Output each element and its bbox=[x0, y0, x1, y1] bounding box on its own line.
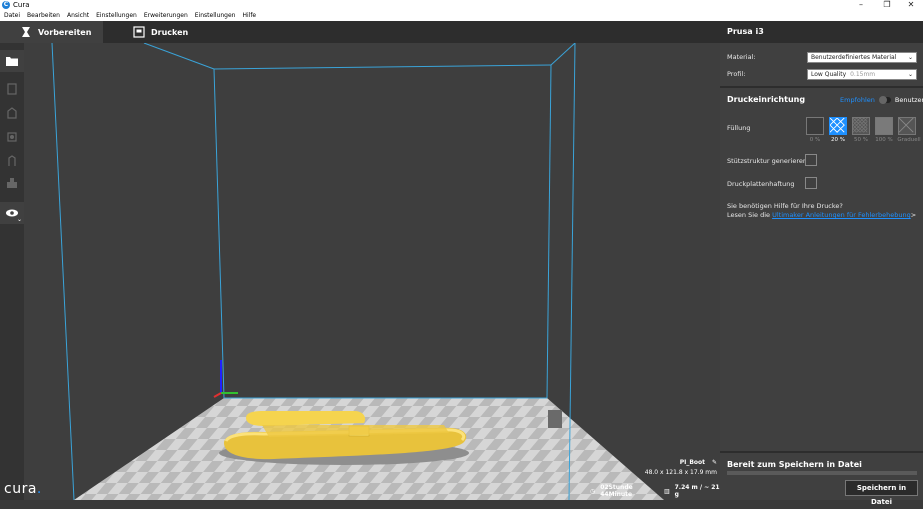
per-model-settings-icon bbox=[7, 178, 17, 188]
adhesion-label: Druckplattenhaftung bbox=[727, 180, 795, 188]
support-checkbox[interactable] bbox=[805, 154, 817, 166]
setup-mode-toggle[interactable]: Empfohlen Benutzerdefiniert bbox=[840, 96, 923, 104]
infill-gradual-label: Graduell bbox=[897, 137, 921, 143]
troubleshooting-help: Sie benötigen Hilfe für Ihre Drucke? Les… bbox=[727, 202, 919, 220]
chevron-down-icon: ⌄ bbox=[16, 216, 22, 223]
print-estimate: ◷ 02Stunde 44Minute ▥ 7.24 m / ~ 21 g bbox=[590, 484, 720, 498]
troubleshooting-link[interactable]: Ultimaker Anleitungen für Fehlerbehebung bbox=[772, 211, 911, 219]
left-toolbar: ⌄ bbox=[0, 43, 24, 500]
menu-erweiterungen[interactable]: Erweiterungen bbox=[144, 11, 188, 21]
open-file-button[interactable] bbox=[0, 50, 24, 72]
tab-print[interactable]: Drucken bbox=[133, 21, 223, 43]
edit-pencil-icon[interactable]: ✎ bbox=[712, 459, 717, 466]
tab-print-label: Drucken bbox=[151, 27, 189, 37]
close-icon[interactable]: ✕ bbox=[900, 0, 922, 11]
stage-tab-bar: Vorbereiten Drucken bbox=[0, 21, 720, 43]
cura-app-icon: C bbox=[2, 1, 10, 9]
help-prefix: Lesen Sie die bbox=[727, 211, 773, 219]
minimize-icon[interactable]: – bbox=[850, 0, 872, 11]
infill-gradual-icon bbox=[898, 117, 914, 133]
material-value: Benutzerdefiniertes Material bbox=[811, 54, 897, 61]
title-bar: C Cura – ❐ ✕ bbox=[0, 0, 923, 11]
cura-logo: cura. bbox=[4, 481, 42, 497]
view-mode-button[interactable]: ⌄ bbox=[0, 202, 24, 224]
maximize-icon[interactable]: ❐ bbox=[876, 0, 898, 11]
scale-tool-icon bbox=[7, 107, 17, 119]
chevron-down-icon: ⌄ bbox=[907, 71, 913, 78]
divider bbox=[720, 86, 923, 88]
x-axis bbox=[213, 392, 222, 398]
move-tool-button[interactable] bbox=[0, 78, 24, 100]
material-select[interactable]: Benutzerdefiniertes Material ⌄ bbox=[807, 52, 917, 63]
tab-prepare-label: Vorbereiten bbox=[38, 27, 92, 37]
object-name: PI_Boot bbox=[679, 459, 706, 466]
profile-value: Low Quality bbox=[811, 71, 847, 78]
menu-ansicht[interactable]: Ansicht bbox=[67, 11, 89, 21]
profile-select[interactable]: Low Quality 0.15mm ⌄ bbox=[807, 69, 917, 80]
infill-50-label: 50 % bbox=[854, 137, 868, 143]
save-status: Bereit zum Speichern in Datei bbox=[727, 460, 862, 469]
infill-0-label: 0 % bbox=[809, 137, 821, 143]
infill-20-button[interactable] bbox=[829, 117, 847, 135]
window-title: Cura bbox=[13, 1, 30, 9]
help-suffix: > bbox=[910, 211, 917, 219]
chevron-down-icon: ⌄ bbox=[907, 54, 913, 61]
adhesion-checkbox[interactable] bbox=[805, 177, 817, 189]
menu-einstellungen[interactable]: Einstellungen bbox=[96, 11, 137, 21]
rotate-tool-icon bbox=[7, 132, 17, 142]
infill-100-label: 100 % bbox=[875, 137, 893, 143]
build-plate-viewport[interactable] bbox=[24, 43, 720, 500]
infill-gradual-button[interactable] bbox=[898, 117, 916, 135]
infill-100-button[interactable] bbox=[875, 117, 893, 135]
object-dimensions: 48.0 x 121.8 x 17.9 mm bbox=[644, 469, 717, 476]
move-tool-icon bbox=[7, 83, 17, 95]
camera-reset-handle bbox=[548, 410, 562, 428]
save-to-file-button[interactable]: Speichern in Datei bbox=[845, 480, 918, 506]
material-usage: 7.24 m / ~ 21 g bbox=[674, 484, 720, 498]
infill-20-label: 20 % bbox=[831, 137, 845, 143]
infill-0-button[interactable] bbox=[806, 117, 824, 135]
tab-prepare[interactable]: Vorbereiten bbox=[0, 21, 103, 43]
menu-bearbeiten[interactable]: Bearbeiten bbox=[27, 11, 60, 21]
custom-mode-label[interactable]: Benutzerdefiniert bbox=[895, 96, 923, 104]
folder-icon bbox=[6, 57, 18, 66]
help-question: Sie benötigen Hilfe für Ihre Drucke? bbox=[727, 202, 843, 210]
profile-label: Profil: bbox=[727, 70, 746, 78]
mode-switch[interactable] bbox=[878, 96, 891, 104]
recommended-mode-label[interactable]: Empfohlen bbox=[840, 96, 875, 104]
profile-layer-height: 0.15mm bbox=[850, 71, 876, 78]
logo-dot: . bbox=[36, 481, 42, 497]
support-label: Stützstruktur generieren bbox=[727, 157, 808, 165]
filament-icon: ▥ bbox=[663, 487, 670, 495]
print-monitor-icon bbox=[133, 26, 145, 38]
mirror-tool-button[interactable] bbox=[0, 150, 24, 172]
slice-progress-bar bbox=[727, 471, 917, 475]
mirror-tool-icon bbox=[8, 155, 16, 166]
per-model-settings-button[interactable] bbox=[0, 172, 24, 194]
menu-datei[interactable]: Datei bbox=[4, 11, 20, 21]
print-setup-title: Druckeinrichtung bbox=[727, 95, 806, 104]
print-time: 02Stunde 44Minute bbox=[600, 484, 633, 498]
settings-sidebar: Prusa i3 Material: Benutzerdefiniertes M… bbox=[720, 21, 923, 506]
infill-50-button[interactable] bbox=[852, 117, 870, 135]
material-label: Material: bbox=[727, 53, 756, 61]
menu-hilfe[interactable]: Hilfe bbox=[242, 11, 256, 21]
infill-20-icon bbox=[829, 117, 845, 133]
build-volume-scene bbox=[51, 43, 664, 500]
clock-icon: ◷ bbox=[590, 487, 596, 495]
object-info: PI_Boot ✎ 48.0 x 121.8 x 17.9 mm bbox=[537, 459, 717, 476]
logo-text: cura bbox=[4, 481, 37, 497]
save-panel: Bereit zum Speichern in Datei Speichern … bbox=[720, 451, 923, 506]
infill-label: Füllung bbox=[727, 124, 751, 132]
printer-selector[interactable]: Prusa i3 bbox=[720, 21, 923, 43]
infill-50-icon bbox=[852, 117, 868, 133]
menu-einstellungen-2[interactable]: Einstellungen bbox=[195, 11, 236, 21]
menu-bar: Datei Bearbeiten Ansicht Einstellungen E… bbox=[0, 11, 923, 21]
prepare-icon bbox=[22, 27, 30, 37]
rotate-tool-button[interactable] bbox=[0, 126, 24, 148]
scale-tool-button[interactable] bbox=[0, 102, 24, 124]
